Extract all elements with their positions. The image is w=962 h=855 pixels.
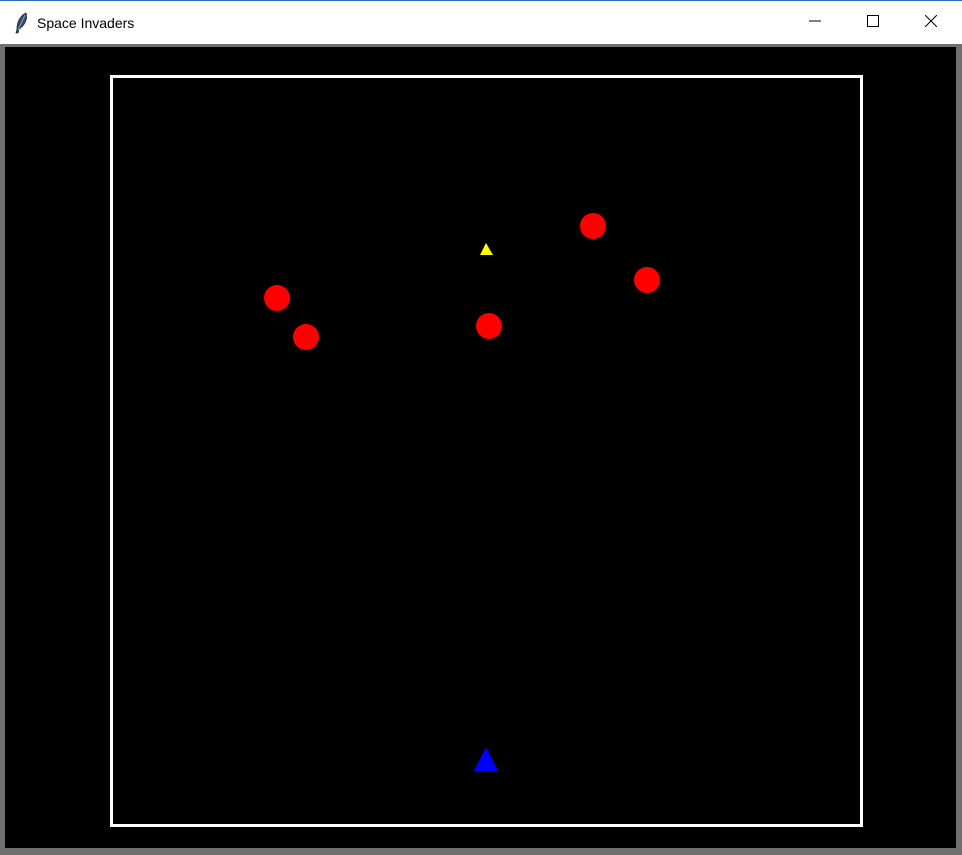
invader	[580, 213, 606, 239]
invader	[264, 285, 290, 311]
close-button[interactable]	[902, 1, 960, 44]
feather-icon	[13, 12, 31, 34]
game-scene	[110, 75, 863, 827]
app-window: Space Invaders	[0, 0, 962, 855]
game-canvas[interactable]	[5, 47, 956, 848]
window-title: Space Invaders	[37, 15, 135, 31]
invader	[293, 324, 319, 350]
title-bar[interactable]: Space Invaders	[0, 0, 962, 44]
minimize-button[interactable]	[786, 1, 844, 44]
minimize-icon	[809, 14, 821, 32]
player-ship	[474, 747, 498, 771]
maximize-button[interactable]	[844, 1, 902, 44]
maximize-icon	[867, 14, 879, 32]
bullet	[480, 243, 493, 255]
play-field-border	[110, 75, 863, 827]
invader	[634, 267, 660, 293]
invader	[476, 313, 502, 339]
close-icon	[924, 14, 938, 32]
